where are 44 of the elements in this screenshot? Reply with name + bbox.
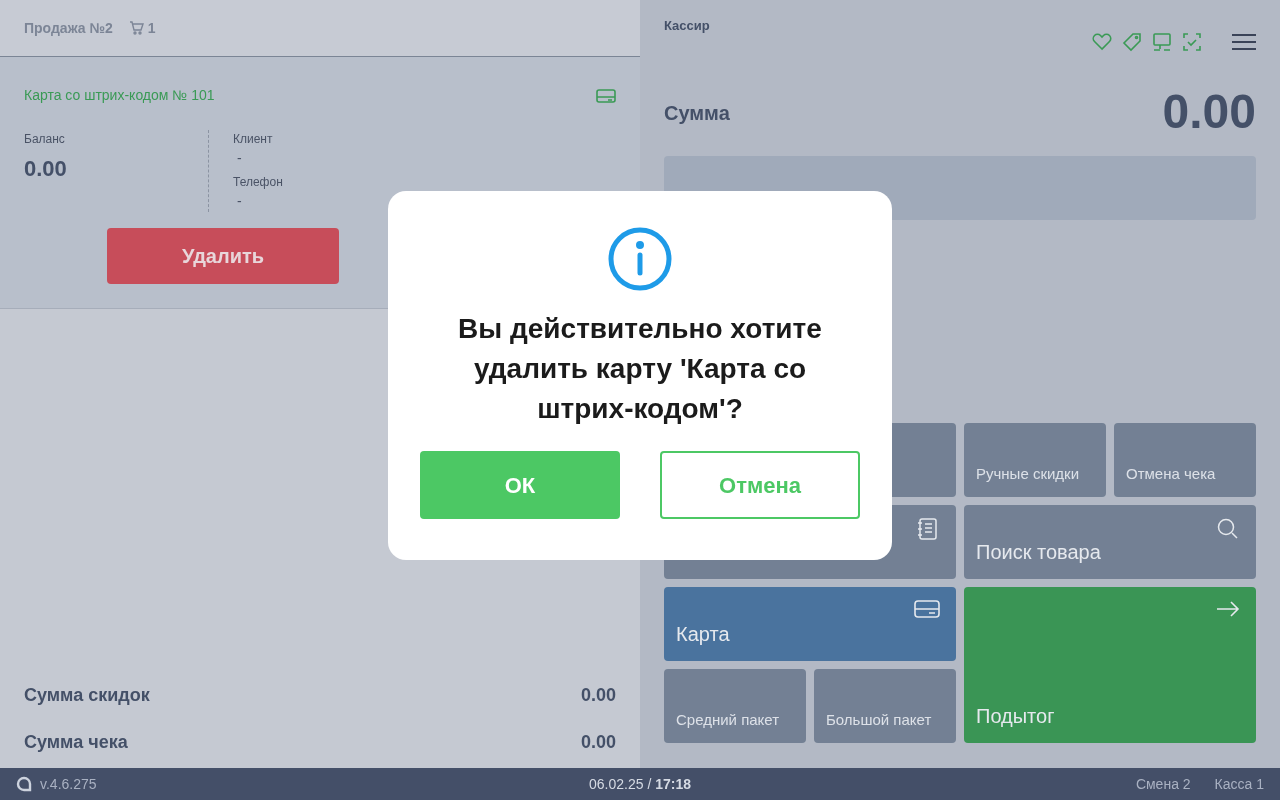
balance-label: Баланс [24,131,66,148]
balance-value: 0.00 [24,155,68,183]
cancel-button[interactable]: Отмена [660,451,860,519]
sum-value: 0.00 [1162,88,1256,136]
info-icon [608,227,672,291]
total-value: 0.00 [580,684,616,707]
client-value: - [236,149,243,168]
dialog-message: Вы действительно хотите удалить карту 'Карта со штрих-кодом'? [457,312,823,426]
action-tile[interactable]: Отмена чека [1114,423,1256,497]
monitor-icon[interactable] [1152,32,1172,52]
cart-count: 1 [147,18,156,38]
phone-value: - [236,192,243,211]
arrow-right-icon [1216,599,1240,619]
register-label: Касса 1 [1214,774,1264,794]
cashier-label: Кассир [664,17,710,35]
sum-label: Сумма [664,101,730,126]
ok-button[interactable]: ОК [420,451,620,519]
action-tile[interactable]: Подытог [964,587,1256,743]
delete-button[interactable]: Удалить [107,228,339,284]
total-label: Сумма скидок [24,684,150,707]
card-icon [596,87,616,104]
sale-title: Продажа №2 [24,18,113,38]
card-icon [914,599,940,619]
action-tile[interactable]: Поиск товара [964,505,1256,579]
action-tile[interactable]: Ручные скидки [964,423,1106,497]
total-label: Сумма чека [24,731,128,754]
total-value: 0.00 [580,731,616,754]
action-tile[interactable]: Средний пакет [664,669,806,743]
scan-check-icon[interactable] [1182,32,1202,52]
heart-icon[interactable] [1092,33,1112,51]
tag-icon[interactable] [1122,32,1142,52]
action-tile[interactable]: Карта [664,587,956,661]
cart-icon [128,21,144,35]
logo-icon [16,776,32,792]
menu-icon[interactable] [1232,33,1256,51]
client-label: Клиент [233,131,274,148]
shift-label: Смена 2 [1135,774,1191,794]
action-tile[interactable]: Большой пакет [814,669,956,743]
search-icon [1216,517,1240,541]
phone-label: Телефон [233,174,283,191]
notebook-icon [916,517,940,541]
date-time: 06.02.25 / 17:18 [588,774,692,794]
card-title: Карта со штрих-кодом № 101 [24,86,215,105]
version-text: v.4.6.275 [40,774,97,794]
